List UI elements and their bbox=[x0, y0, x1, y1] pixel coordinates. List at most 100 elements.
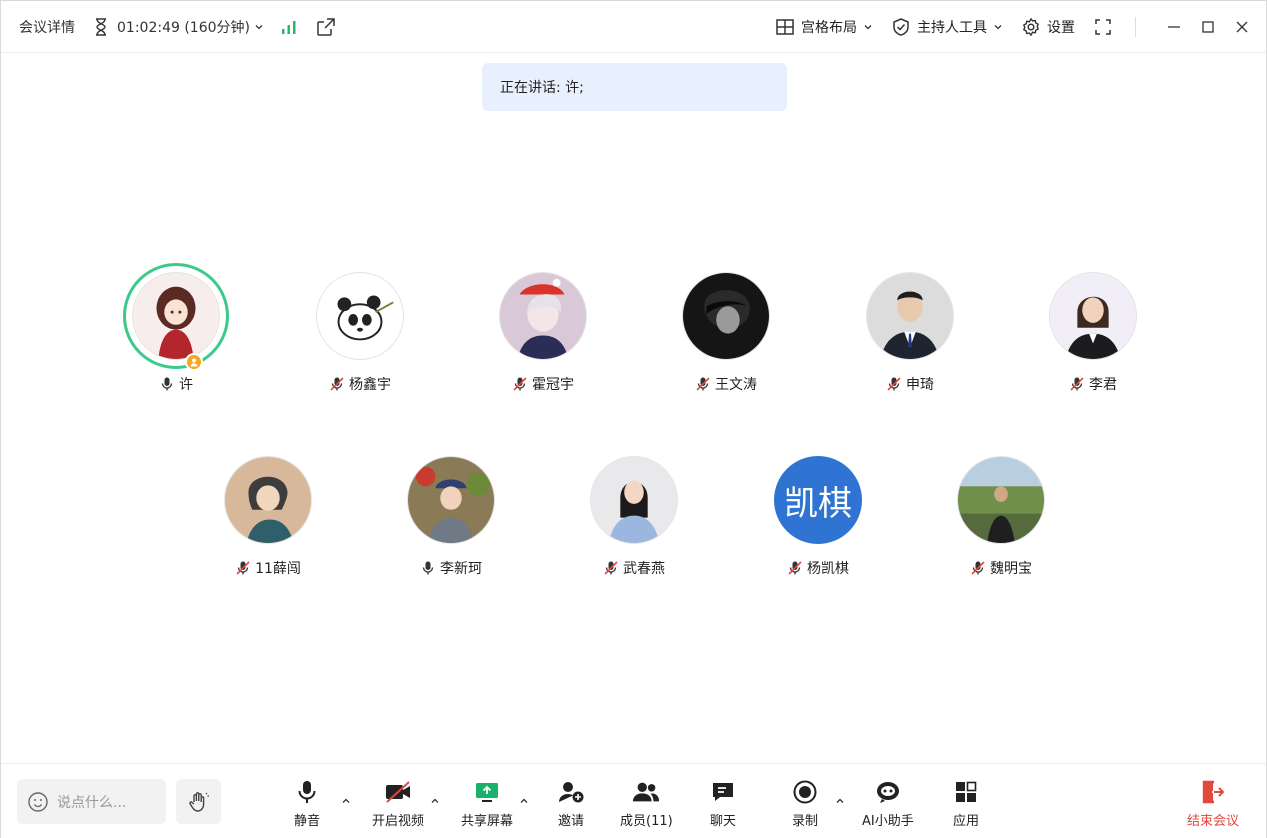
ai-assistant-label: AI小助手 bbox=[862, 814, 914, 829]
speaking-text: 正在讲话: 许; bbox=[500, 80, 584, 96]
chevron-down-icon bbox=[994, 25, 1002, 30]
avatar bbox=[1049, 272, 1137, 360]
participant-name: 杨鑫宇 bbox=[349, 377, 391, 393]
participant-tile[interactable]: 杨鑫宇 bbox=[285, 270, 435, 394]
end-meeting-label: 结束会议 bbox=[1187, 814, 1240, 829]
participant-tile[interactable]: 魏明宝 bbox=[926, 454, 1076, 578]
participant-name: 许 bbox=[179, 377, 193, 393]
avatar bbox=[682, 272, 770, 360]
end-meeting-button[interactable]: 结束会议 bbox=[1187, 778, 1239, 829]
fullscreen-icon[interactable] bbox=[1093, 17, 1113, 37]
avatar bbox=[224, 456, 312, 544]
participant-name: 申琦 bbox=[906, 377, 934, 393]
members-button[interactable]: 成员(11) bbox=[620, 778, 673, 829]
record-icon bbox=[793, 780, 817, 804]
participant-name: 霍冠宇 bbox=[532, 377, 574, 393]
signal-strength-icon[interactable] bbox=[280, 18, 298, 36]
avatar bbox=[407, 456, 495, 544]
mic-muted-icon bbox=[787, 560, 803, 576]
participant-tile[interactable]: 李新珂 bbox=[376, 454, 526, 578]
quick-chat-input[interactable]: 说点什么... bbox=[17, 779, 166, 824]
chevron-down-icon bbox=[864, 25, 872, 30]
mic-on-icon bbox=[420, 560, 436, 576]
avatar bbox=[866, 272, 954, 360]
share-screen-button[interactable]: 共享屏幕 bbox=[461, 778, 513, 829]
apps-label: 应用 bbox=[952, 814, 979, 829]
invite-button[interactable]: 邀请 bbox=[557, 778, 585, 829]
mute-label: 静音 bbox=[293, 814, 320, 829]
participant-tile[interactable]: 李君 bbox=[1018, 270, 1168, 394]
settings-button[interactable]: 设置 bbox=[1021, 17, 1075, 37]
start-video-label: 开启视频 bbox=[372, 814, 425, 829]
chevron-up-icon[interactable] bbox=[341, 796, 351, 806]
maximize-icon[interactable] bbox=[1198, 17, 1218, 37]
participant-name: 武春燕 bbox=[623, 561, 665, 577]
raise-hand-button[interactable] bbox=[176, 779, 221, 824]
mic-muted-icon bbox=[970, 560, 986, 576]
start-video-button[interactable]: 开启视频 bbox=[372, 778, 424, 829]
participant-tile[interactable]: 武春燕 bbox=[559, 454, 709, 578]
mic-muted-icon bbox=[695, 376, 711, 392]
share-screen-label: 共享屏幕 bbox=[461, 814, 514, 829]
chevron-up-icon[interactable] bbox=[430, 796, 440, 806]
mute-button[interactable]: 静音 bbox=[293, 778, 321, 829]
ai-assistant-button[interactable]: AI小助手 bbox=[862, 778, 914, 829]
emoji-icon bbox=[28, 791, 48, 812]
record-button[interactable]: 录制 bbox=[791, 778, 819, 829]
shield-check-icon bbox=[893, 18, 909, 36]
grid-layout-label: 宫格布局 bbox=[801, 20, 857, 36]
chat-placeholder: 说点什么... bbox=[57, 794, 127, 811]
host-tools-label: 主持人工具 bbox=[917, 20, 987, 36]
chat-label: 聊天 bbox=[709, 814, 736, 829]
close-icon[interactable] bbox=[1232, 17, 1252, 37]
host-tools-button[interactable]: 主持人工具 bbox=[891, 17, 1003, 37]
video-off-icon bbox=[386, 781, 410, 803]
participant-tile[interactable]: 霍冠宇 bbox=[468, 270, 618, 394]
raise-hand-icon bbox=[188, 791, 209, 812]
participant-tile[interactable]: 许 bbox=[101, 263, 251, 394]
avatar bbox=[132, 272, 220, 360]
gear-icon bbox=[1023, 18, 1039, 36]
participant-tile[interactable]: 王文涛 bbox=[651, 270, 801, 394]
members-label: 成员(11) bbox=[620, 814, 673, 829]
chevron-up-icon[interactable] bbox=[519, 796, 529, 806]
chevron-down-icon[interactable] bbox=[254, 22, 264, 32]
participant-tile[interactable]: 凯棋 杨凯棋 bbox=[743, 454, 893, 578]
invite-label: 邀请 bbox=[557, 814, 584, 829]
participant-name: 李新珂 bbox=[440, 561, 482, 577]
minimize-icon[interactable] bbox=[1164, 17, 1184, 37]
participant-tile[interactable]: 11薛闯 bbox=[193, 454, 343, 578]
grid-layout-icon bbox=[776, 19, 794, 35]
chevron-up-icon[interactable] bbox=[835, 796, 845, 806]
ai-assistant-icon bbox=[876, 782, 899, 803]
chat-icon bbox=[713, 783, 733, 801]
participant-name: 王文涛 bbox=[715, 377, 757, 393]
share-screen-icon bbox=[476, 783, 498, 802]
popout-icon[interactable] bbox=[316, 17, 336, 37]
participant-name: 李君 bbox=[1089, 377, 1117, 393]
add-user-icon bbox=[559, 782, 584, 803]
hourglass-icon bbox=[91, 17, 111, 37]
settings-label: 设置 bbox=[1047, 20, 1075, 36]
mic-muted-icon bbox=[603, 560, 619, 576]
avatar bbox=[590, 456, 678, 544]
mic-on-icon bbox=[159, 376, 175, 392]
participant-tile[interactable]: 申琦 bbox=[835, 270, 985, 394]
mic-muted-icon bbox=[512, 376, 528, 392]
host-badge-icon bbox=[185, 353, 203, 371]
meeting-details-link[interactable]: 会议详情 bbox=[19, 17, 75, 37]
bottom-toolbar: 说点什么... 静音 开启视频 共享屏幕 邀请 成员(11) 聊天 录制 AI小… bbox=[1, 763, 1266, 838]
avatar bbox=[499, 272, 587, 360]
meeting-window: 会议详情 01:02:49 (160分钟) 宫格布局 主持人工具 设置 正在讲话… bbox=[0, 0, 1267, 838]
mic-muted-icon bbox=[235, 560, 251, 576]
mic-muted-icon bbox=[886, 376, 902, 392]
chat-button[interactable]: 聊天 bbox=[709, 778, 737, 829]
apps-icon bbox=[956, 781, 977, 802]
toolbar-divider bbox=[1135, 17, 1136, 37]
mic-muted-icon bbox=[329, 376, 345, 392]
apps-button[interactable]: 应用 bbox=[952, 778, 980, 829]
speaking-indicator: 正在讲话: 许; bbox=[482, 63, 787, 111]
record-label: 录制 bbox=[791, 814, 818, 829]
grid-layout-button[interactable]: 宫格布局 bbox=[775, 17, 873, 37]
meeting-timer[interactable]: 01:02:49 (160分钟) bbox=[117, 17, 250, 37]
